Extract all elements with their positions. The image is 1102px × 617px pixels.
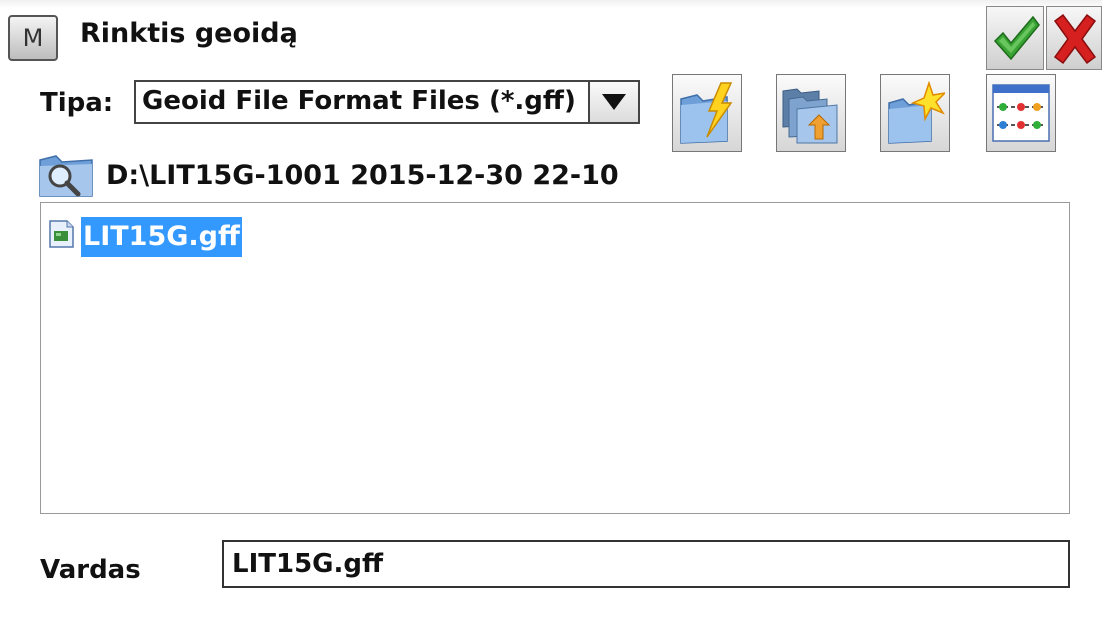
file-type-select[interactable]: Geoid File Format Files (*.gff) — [134, 80, 640, 124]
ok-button[interactable] — [986, 6, 1044, 70]
new-folder-button[interactable] — [880, 74, 950, 152]
folder-search-icon — [39, 155, 93, 197]
folder-up-icon — [782, 88, 838, 144]
file-list[interactable]: LIT15G.gff — [40, 202, 1070, 514]
dropdown-arrow-button[interactable] — [588, 82, 638, 122]
file-icon — [49, 220, 74, 248]
file-type-value: Geoid File Format Files (*.gff) — [142, 86, 576, 116]
menu-button[interactable]: M — [8, 15, 58, 61]
folder-up-button[interactable] — [776, 74, 846, 152]
current-path: D:\LIT15G-1001 2015-12-30 22-10 — [106, 160, 619, 191]
cancel-button[interactable] — [1046, 6, 1102, 70]
file-name: LIT15G.gff — [81, 217, 242, 257]
green-checkmark-icon — [993, 15, 1040, 61]
title-bar: M Rinktis geoidą — [0, 0, 1102, 78]
folder-lightning-button[interactable] — [672, 74, 742, 152]
file-name-input[interactable] — [222, 540, 1070, 588]
new-folder-icon — [888, 81, 945, 144]
type-label: Tipa: — [40, 88, 114, 118]
dialog-title: Rinktis geoidą — [80, 18, 298, 49]
name-label: Vardas — [40, 555, 141, 585]
chevron-down-icon — [602, 94, 626, 110]
title-bar-strip — [0, 0, 1102, 8]
settings-list-icon — [992, 84, 1050, 142]
menu-icon: M — [22, 24, 44, 52]
folder-lightning-icon — [680, 82, 733, 144]
settings-list-button[interactable] — [986, 74, 1056, 152]
red-x-icon — [1053, 13, 1097, 65]
